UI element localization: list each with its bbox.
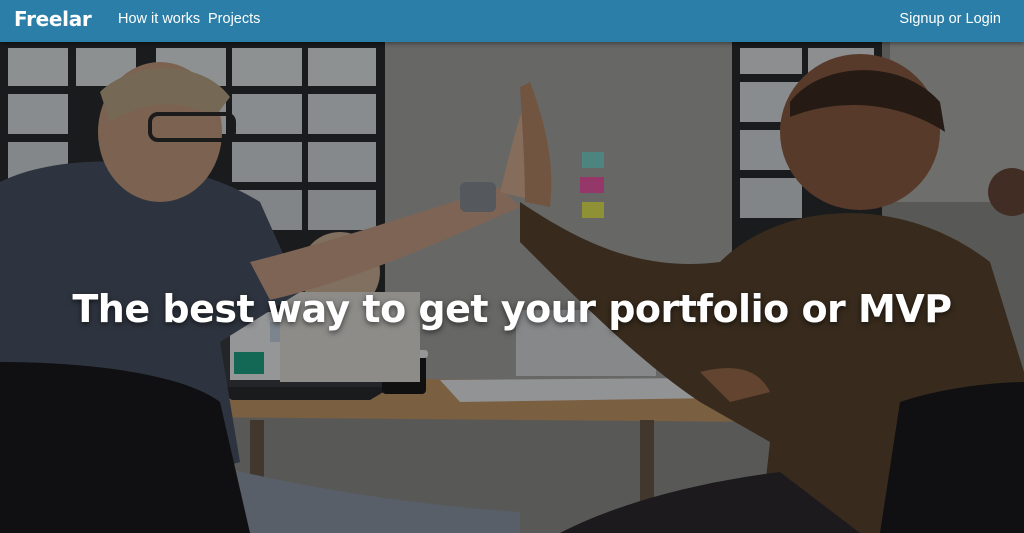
hero-headline: The best way to get your portfolio or MV… (72, 287, 952, 331)
signup-login-link[interactable]: Signup or Login (899, 11, 1001, 27)
brand-logo[interactable]: Freelar (14, 7, 92, 31)
top-navbar: Freelar How it works Projects Signup or … (0, 0, 1024, 42)
hero-banner: The best way to get your portfolio or MV… (0, 42, 1024, 533)
nav-link-projects[interactable]: Projects (208, 11, 260, 27)
nav-link-how-it-works[interactable]: How it works (118, 11, 200, 27)
